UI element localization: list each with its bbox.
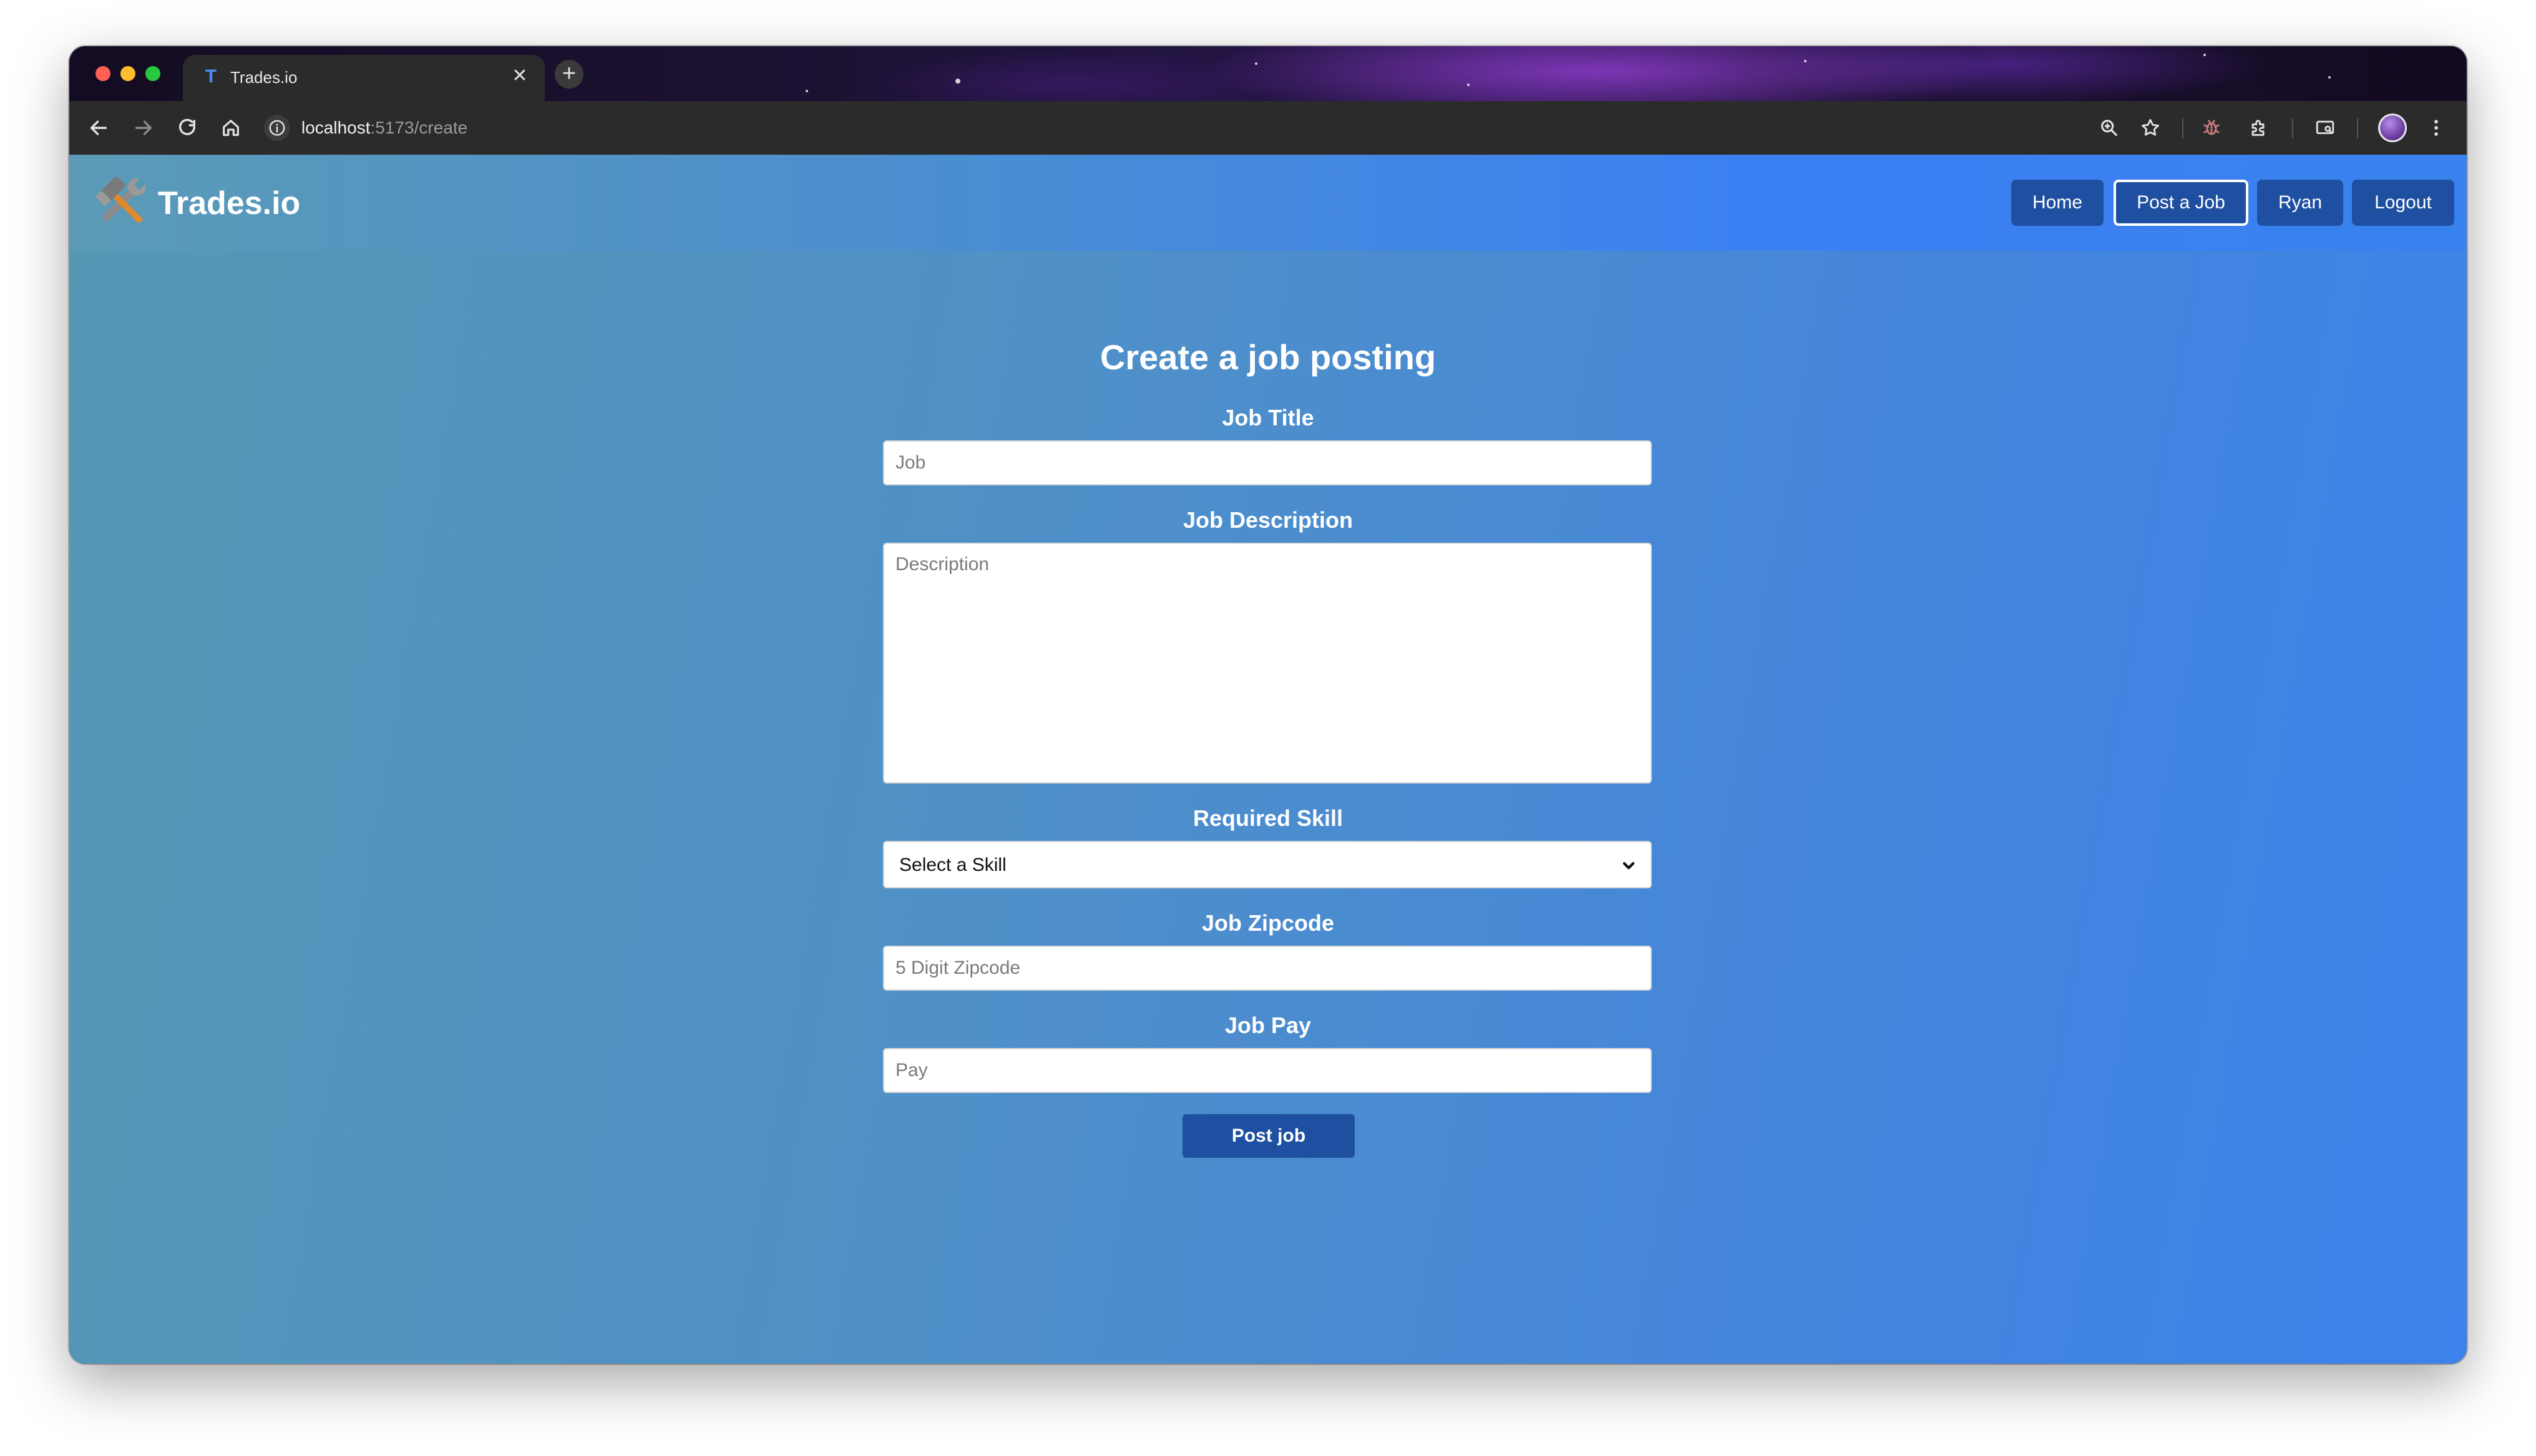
job-title-label: Job Title — [1222, 405, 1314, 430]
url-text: localhost:5173/create — [301, 117, 467, 138]
job-description-label: Job Description — [1183, 507, 1353, 533]
star-decoration — [955, 79, 960, 84]
extension-bug-icon[interactable] — [2197, 114, 2226, 142]
page-viewport: Trades.io Home Post a Job Ryan Logout Cr… — [69, 155, 2467, 1364]
page-title: Create a job posting — [1100, 337, 1436, 377]
tab-favicon-icon: T — [205, 66, 217, 87]
browser-tab[interactable]: T Trades.io ✕ — [183, 55, 545, 101]
url-path: :5173/create — [370, 118, 468, 137]
job-title-input[interactable] — [883, 440, 1652, 485]
site-info-icon[interactable] — [264, 115, 290, 141]
home-icon[interactable] — [217, 114, 245, 142]
tab-title: Trades.io — [230, 68, 298, 87]
new-tab-icon[interactable]: + — [555, 60, 583, 89]
browser-toolbar: localhost:5173/create — [69, 101, 2467, 155]
close-window-button[interactable] — [95, 66, 110, 81]
toolbar-divider — [2182, 119, 2183, 138]
tab-close-icon[interactable]: ✕ — [509, 65, 531, 87]
reading-list-icon[interactable] — [2311, 114, 2339, 142]
hammer-wrench-icon — [95, 177, 146, 223]
post-job-button[interactable]: Post job — [1183, 1114, 1355, 1158]
job-pay-input[interactable] — [883, 1048, 1652, 1093]
extensions-puzzle-icon[interactable] — [2245, 114, 2273, 142]
star-decoration — [1804, 60, 1807, 62]
url-host: localhost — [301, 118, 371, 137]
star-decoration — [806, 90, 808, 92]
toolbar-divider — [2292, 119, 2293, 138]
more-menu-icon[interactable] — [2422, 114, 2451, 142]
job-description-textarea[interactable] — [883, 543, 1652, 784]
forward-arrow-icon[interactable] — [129, 114, 158, 142]
star-decoration — [2328, 76, 2331, 79]
required-skill-selected: Select a Skill — [899, 855, 1007, 875]
job-zipcode-label: Job Zipcode — [1201, 910, 1334, 936]
maximize-window-button[interactable] — [145, 66, 160, 81]
reload-icon[interactable] — [173, 114, 202, 142]
nav-profile-button[interactable]: Ryan — [2257, 180, 2343, 226]
minimize-window-button[interactable] — [120, 66, 135, 81]
address-bar[interactable]: localhost:5173/create — [264, 110, 2198, 146]
nav-home-button[interactable]: Home — [2011, 180, 2104, 226]
required-skill-label: Required Skill — [1192, 805, 1344, 831]
job-pay-label: Job Pay — [1224, 1012, 1312, 1038]
zoom-icon[interactable] — [2095, 114, 2124, 142]
star-decoration — [1467, 84, 1470, 86]
star-decoration — [2203, 54, 2206, 56]
nav-post-job-button[interactable]: Post a Job — [2114, 180, 2248, 226]
bookmark-star-icon[interactable] — [2136, 114, 2165, 142]
required-skill-select[interactable]: Select a Skill — [883, 841, 1652, 888]
brand-name: Trades.io — [158, 185, 301, 221]
site-navbar: Trades.io Home Post a Job Ryan Logout — [69, 155, 2467, 251]
tab-strip: T Trades.io ✕ + — [69, 46, 2467, 101]
profile-avatar[interactable] — [2378, 114, 2407, 142]
browser-window: T Trades.io ✕ + localhost:5173/create Tr… — [69, 46, 2467, 1364]
job-zipcode-input[interactable] — [883, 946, 1652, 991]
nav-logout-button[interactable]: Logout — [2352, 180, 2454, 226]
toolbar-divider — [2357, 119, 2358, 138]
back-arrow-icon[interactable] — [84, 114, 113, 142]
chevron-down-icon — [1622, 862, 1635, 870]
star-decoration — [1255, 62, 1257, 65]
